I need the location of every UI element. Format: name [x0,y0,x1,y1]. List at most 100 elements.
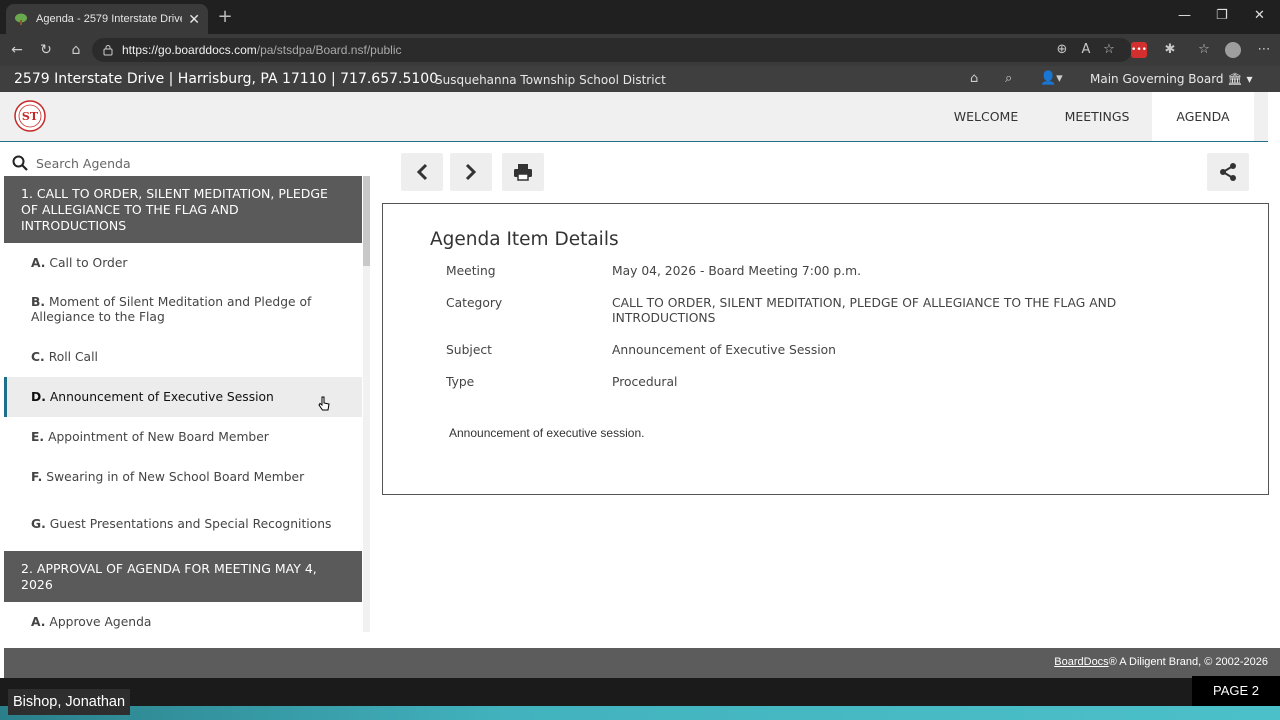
browser-tab-bar: Agenda - 2579 Interstate Drive | H ✕ + —… [0,0,1280,34]
browser-tab[interactable]: Agenda - 2579 Interstate Drive | H ✕ [6,4,208,34]
user-icon[interactable]: 👤▾ [1040,71,1063,86]
print-button[interactable] [502,153,544,191]
item-label: Announcement of Executive Session [49,389,274,404]
district-logo[interactable]: ST [14,100,46,132]
category-label: Category [446,296,503,310]
agenda-category-2[interactable]: 2. APPROVAL OF AGENDA FOR MEETING MAY 4,… [4,551,362,602]
tab-welcome[interactable]: WELCOME [940,92,1032,141]
more-menu-icon[interactable]: ⋯ [1256,42,1272,58]
institution-icon: 🏛 ▾ [1227,72,1253,86]
item-label: Swearing in of New School Board Member [46,469,305,484]
agenda-search [12,150,362,176]
agenda-item-1f[interactable]: F. Swearing in of New School Board Member [4,457,362,497]
subject-label: Subject [446,343,492,357]
subject-value: Announcement of Executive Session [612,343,836,357]
agenda-item-1e[interactable]: E. Appointment of New Board Member [4,417,362,457]
share-button[interactable] [1207,153,1249,191]
type-label: Type [446,375,475,389]
share-icon [1220,163,1236,181]
item-letter: D. [31,389,46,404]
copyright-text: ® A Diligent Brand, © 2002-2026 [1108,656,1268,668]
read-aloud-icon[interactable]: A [1078,42,1094,58]
restore-icon[interactable]: ❐ [1216,8,1228,23]
page-indicator: PAGE 2 [1192,676,1280,706]
item-letter: C. [31,349,45,364]
accent-strip [0,706,1280,720]
agenda-item-1b[interactable]: B. Moment of Silent Meditation and Pledge… [4,283,362,337]
item-letter: G. [31,516,46,531]
boarddocs-link[interactable]: BoardDocs [1054,656,1108,668]
boarddocs-page: 2579 Interstate Drive | Harrisburg, PA 1… [0,66,1280,678]
new-tab-icon[interactable]: + [216,8,234,26]
extensions-puzzle-icon[interactable]: ✱ [1162,42,1178,58]
next-item-button[interactable] [450,153,492,191]
chevron-left-icon [416,163,428,181]
minimize-icon[interactable]: — [1178,8,1191,23]
address-bar: ← ↻ ⌂ https://go.boarddocs.com /pa/stsdp… [0,34,1280,66]
url-path: /pa/stsdpa/Board.nsf/public [256,43,402,57]
item-label: Moment of Silent Meditation and Pledge o… [31,295,312,324]
search-icon[interactable]: ⌕ [1005,71,1012,86]
details-heading: Agenda Item Details [430,229,619,250]
home-icon[interactable]: ⌂ [67,41,85,59]
footer-copyright: BoardDocs® A Diligent Brand, © 2002-2026 [1054,656,1268,668]
meeting-label: Meeting [446,264,496,278]
agenda-category-1[interactable]: 1. CALL TO ORDER, SILENT MEDITATION, PLE… [4,176,362,243]
item-letter: E. [31,429,45,444]
district-name: Susquehanna Township School District [435,73,666,87]
board-select-label: Main Governing Board [1090,72,1224,86]
board-selector[interactable]: Main Governing Board 🏛 ▾ [1090,72,1252,86]
district-contact: 2579 Interstate Drive | Harrisburg, PA 1… [14,71,439,87]
scrollbar-thumb[interactable] [363,176,370,266]
previous-item-button[interactable] [401,153,443,191]
extension-icon[interactable]: ••• [1131,42,1147,58]
agenda-item-details-panel: Agenda Item Details Meeting May 04, 2026… [382,203,1269,495]
tree-favicon-icon [15,13,27,25]
item-letter: F. [31,469,43,484]
close-window-icon[interactable]: ✕ [1254,8,1265,23]
hand-cursor-icon [318,396,330,411]
item-label: Call to Order [49,255,128,270]
meeting-value: May 04, 2026 - Board Meeting 7:00 p.m. [612,264,862,278]
tab-title: Agenda - 2579 Interstate Drive | H [36,13,182,25]
lock-icon [103,45,113,56]
agenda-item-1g[interactable]: G. Guest Presentations and Special Recogn… [4,497,362,551]
favorite-star-icon[interactable]: ☆ [1101,42,1117,58]
item-letter: A. [31,614,46,629]
profile-avatar[interactable] [1225,42,1241,58]
agenda-item-1d[interactable]: D. Announcement of Executive Session [4,377,362,417]
item-label: Roll Call [48,349,98,364]
home-icon[interactable]: ⌂ [970,71,978,86]
url-host: https://go.boarddocs.com [122,43,257,57]
svg-text:ST: ST [22,110,39,123]
item-letter: A. [31,255,46,270]
search-icon [12,155,28,171]
favorites-icon[interactable]: ☆ [1196,42,1212,58]
reload-icon[interactable]: ↻ [37,41,55,59]
chevron-right-icon [465,163,477,181]
participant-name: Bishop, Jonathan [8,689,131,715]
item-label: Approve Agenda [49,614,152,629]
print-icon [514,164,532,181]
item-label: Guest Presentations and Special Recognit… [49,516,332,531]
item-letter: B. [31,295,46,309]
agenda-item-2a[interactable]: A. Approve Agenda [4,602,362,632]
url-field[interactable]: https://go.boarddocs.com /pa/stsdpa/Boar… [92,38,1132,62]
tab-meetings[interactable]: MEETINGS [1050,92,1144,141]
site-header: 2579 Interstate Drive | Harrisburg, PA 1… [0,66,1280,92]
zoom-icon[interactable]: ⊕ [1054,42,1070,58]
type-value: Procedural [612,375,678,389]
top-navigation: ST WELCOME MEETINGS AGENDA [0,92,1268,142]
agenda-item-1c[interactable]: C. Roll Call [4,337,362,377]
item-description: Announcement of executive session. [449,426,645,440]
page-footer: BoardDocs® A Diligent Brand, © 2002-2026 [4,648,1280,678]
close-tab-icon[interactable]: ✕ [188,11,200,28]
agenda-sidebar: 1. CALL TO ORDER, SILENT MEDITATION, PLE… [4,176,362,632]
search-agenda-input[interactable] [36,155,336,171]
agenda-item-1a[interactable]: A. Call to Order [4,243,362,283]
sidebar-scrollbar[interactable] [363,176,370,632]
item-label: Appointment of New Board Member [48,429,269,444]
back-icon[interactable]: ← [8,41,26,59]
tab-agenda[interactable]: AGENDA [1152,92,1254,141]
category-value: CALL TO ORDER, SILENT MEDITATION, PLEDGE… [612,296,1117,325]
